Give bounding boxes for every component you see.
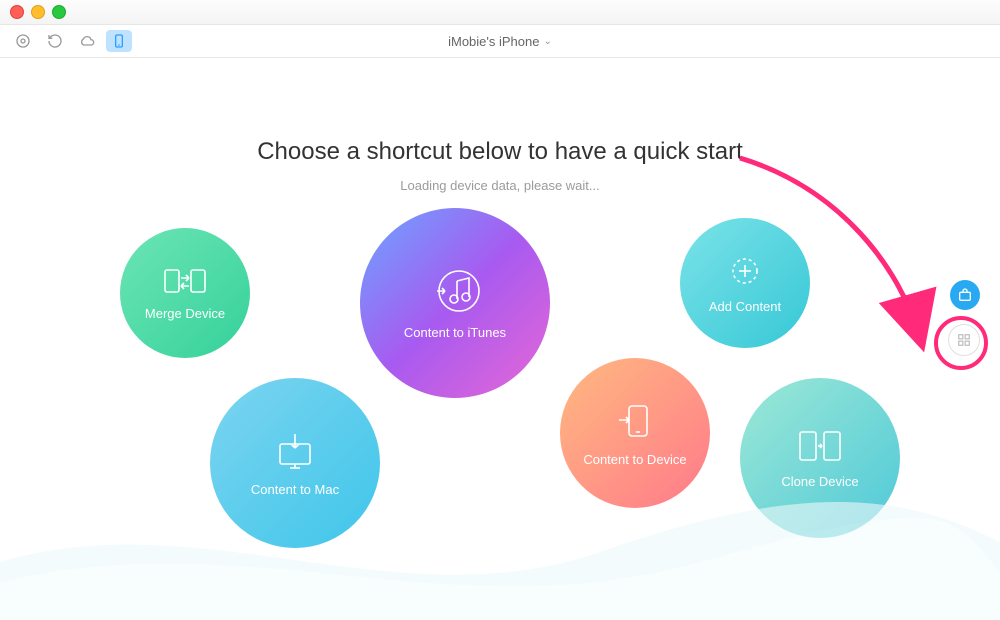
traffic-lights bbox=[10, 5, 66, 19]
clone-device-label: Clone Device bbox=[781, 474, 858, 489]
main-canvas: Choose a shortcut below to have a quick … bbox=[0, 58, 1000, 620]
clone-device-bubble[interactable]: Clone Device bbox=[740, 378, 900, 538]
toolbox-button[interactable] bbox=[950, 280, 980, 310]
cloud-icon[interactable] bbox=[74, 30, 100, 52]
loading-status: Loading device data, please wait... bbox=[0, 178, 1000, 193]
app-toolbar: iMobie's iPhone ⌄ bbox=[0, 25, 1000, 58]
merge-device-label: Merge Device bbox=[145, 306, 225, 321]
add-content-label: Add Content bbox=[709, 299, 781, 314]
zoom-window-button[interactable] bbox=[52, 5, 66, 19]
chevron-down-icon: ⌄ bbox=[543, 36, 551, 47]
device-title-label: iMobie's iPhone bbox=[448, 34, 539, 49]
device-title-dropdown[interactable]: iMobie's iPhone ⌄ bbox=[0, 34, 1000, 49]
mac-titlebar bbox=[0, 0, 1000, 25]
merge-device-bubble[interactable]: Merge Device bbox=[120, 228, 250, 358]
content-to-itunes-bubble[interactable]: Content to iTunes bbox=[360, 208, 550, 398]
content-to-mac-label: Content to Mac bbox=[251, 482, 339, 497]
page-heading: Choose a shortcut below to have a quick … bbox=[0, 138, 1000, 166]
phone-icon[interactable] bbox=[106, 30, 132, 52]
content-to-mac-bubble[interactable]: Content to Mac bbox=[210, 378, 380, 548]
add-content-bubble[interactable]: Add Content bbox=[680, 218, 810, 348]
grid-view-button[interactable] bbox=[948, 324, 980, 356]
refresh-icon[interactable] bbox=[42, 30, 68, 52]
content-to-device-label: Content to Device bbox=[583, 452, 686, 467]
music-library-icon[interactable] bbox=[10, 30, 36, 52]
minimize-window-button[interactable] bbox=[31, 5, 45, 19]
content-to-itunes-label: Content to iTunes bbox=[404, 325, 506, 340]
close-window-button[interactable] bbox=[10, 5, 24, 19]
content-to-device-bubble[interactable]: Content to Device bbox=[560, 358, 710, 508]
